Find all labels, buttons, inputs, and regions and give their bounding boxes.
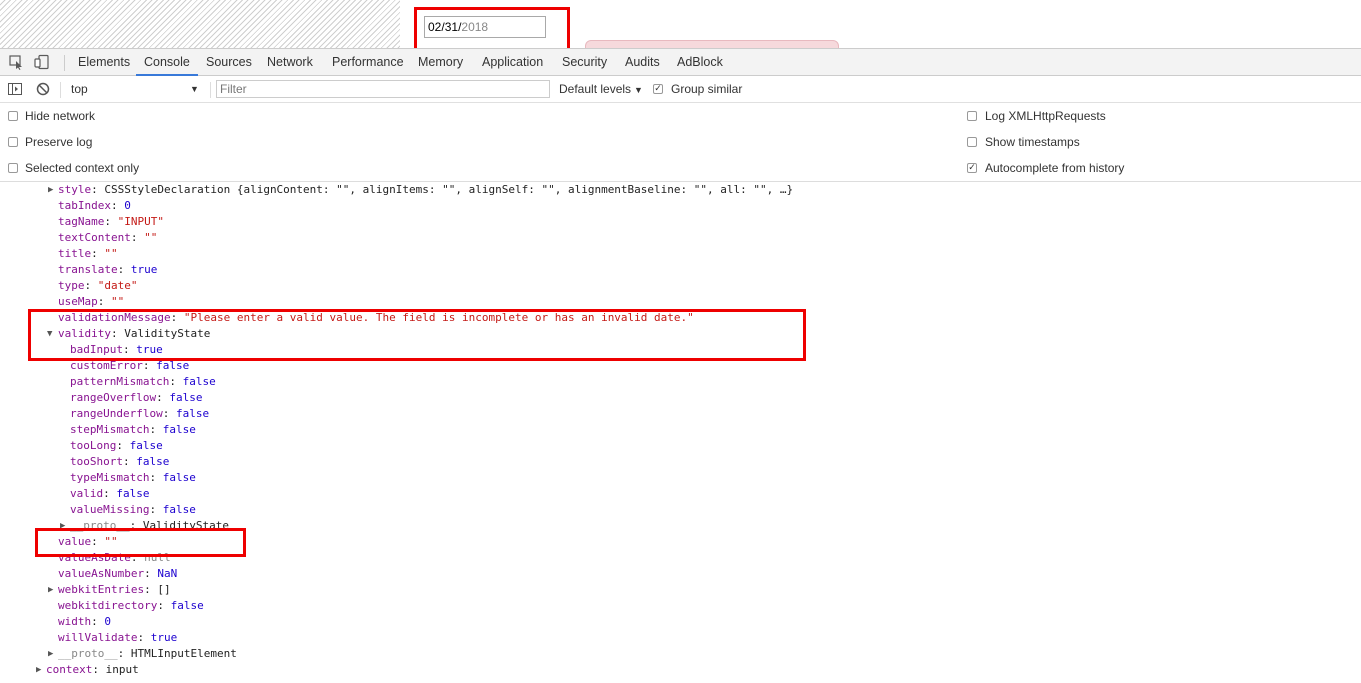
show-sidebar-icon[interactable] xyxy=(8,82,22,96)
expand-arrow-icon[interactable]: ▶ xyxy=(36,665,45,675)
tab-sources[interactable]: Sources xyxy=(206,49,252,76)
toolbar-separator xyxy=(60,82,61,98)
tab-security[interactable]: Security xyxy=(562,49,607,76)
group-similar-checkbox[interactable]: ✓ xyxy=(653,84,663,94)
inspect-element-icon[interactable] xyxy=(8,54,24,70)
group-similar-label: Group similar xyxy=(671,82,743,96)
tab-console[interactable]: Console xyxy=(136,49,198,76)
console-line: useMap: "" xyxy=(58,295,125,308)
chevron-down-icon: ▼ xyxy=(634,85,643,95)
toolbar-separator-2 xyxy=(210,82,211,98)
page-hatch-decoration xyxy=(0,0,400,48)
console-line: stepMismatch: false xyxy=(70,423,196,436)
devtools-tabbar: Elements Console Sources Network Perform… xyxy=(0,48,1361,76)
console-line: valid: false xyxy=(70,487,150,500)
console-line: translate: true xyxy=(58,263,158,276)
console-line[interactable]: style: CSSStyleDeclaration {alignContent… xyxy=(58,182,793,198)
highlight-value xyxy=(35,528,246,557)
console-toolbar: top ▼ Filter Default levels ▼ ✓ Group sim… xyxy=(0,76,1361,103)
console-line[interactable]: context: input xyxy=(46,662,139,678)
tab-network[interactable]: Network xyxy=(267,49,313,76)
console-line: typeMismatch: false xyxy=(70,471,196,484)
console-line: tooShort: false xyxy=(70,455,170,468)
console-line: webkitdirectory: false xyxy=(58,599,204,612)
console-line: rangeUnderflow: false xyxy=(70,407,210,420)
tab-adblock[interactable]: AdBlock xyxy=(677,49,723,76)
console-line: willValidate: true xyxy=(58,631,178,644)
context-select-value: top xyxy=(71,82,88,96)
expand-arrow-icon[interactable]: ▶ xyxy=(48,649,57,659)
console-line: valueMissing: false xyxy=(70,503,196,516)
console-line: patternMismatch: false xyxy=(70,375,216,388)
selected-context-checkbox[interactable] xyxy=(8,163,18,173)
console-line: width: 0 xyxy=(58,615,111,628)
tab-elements[interactable]: Elements xyxy=(78,49,130,76)
console-line: rangeOverflow: false xyxy=(70,391,203,404)
clear-console-icon[interactable] xyxy=(36,82,50,96)
hide-network-label: Hide network xyxy=(25,109,96,123)
tab-audits[interactable]: Audits xyxy=(625,49,660,76)
console-line[interactable]: webkitEntries: [] xyxy=(58,582,171,598)
console-line: valueAsNumber: NaN xyxy=(58,567,178,580)
autocomplete-history-checkbox[interactable]: ✓ xyxy=(967,163,977,173)
highlight-date-input xyxy=(414,7,570,53)
console-line: title: "" xyxy=(58,247,118,260)
console-line: tabIndex: 0 xyxy=(58,199,131,212)
device-toolbar-icon[interactable] xyxy=(34,54,50,70)
default-levels-dropdown[interactable]: Default levels ▼ xyxy=(559,81,643,99)
console-line: textContent: "" xyxy=(58,231,158,244)
log-xhr-label: Log XMLHttpRequests xyxy=(985,109,1106,123)
show-timestamps-checkbox[interactable] xyxy=(967,137,977,147)
filter-input[interactable]: Filter xyxy=(216,80,550,98)
tab-application[interactable]: Application xyxy=(482,49,543,76)
highlight-validity xyxy=(28,309,806,361)
console-line: type: "date" xyxy=(58,279,138,292)
log-xhr-checkbox[interactable] xyxy=(967,111,977,121)
preserve-log-checkbox[interactable] xyxy=(8,137,18,147)
tab-performance[interactable]: Performance xyxy=(332,49,404,76)
selected-context-label: Selected context only xyxy=(25,161,140,175)
expand-arrow-icon[interactable]: ▶ xyxy=(48,585,57,595)
chevron-down-icon: ▼ xyxy=(190,84,199,94)
console-output: ▶ style: CSSStyleDeclaration {alignConte… xyxy=(0,182,1361,683)
levels-label: Default levels xyxy=(559,82,632,96)
context-select[interactable]: top ▼ xyxy=(66,81,204,98)
tab-memory[interactable]: Memory xyxy=(418,49,463,76)
hide-network-checkbox[interactable] xyxy=(8,111,18,121)
expand-arrow-icon[interactable]: ▶ xyxy=(48,185,57,195)
console-line: tagName: "INPUT" xyxy=(58,215,164,228)
console-settings: Hide network Preserve log Selected conte… xyxy=(0,103,1361,182)
autocomplete-history-label: Autocomplete from history xyxy=(985,161,1125,175)
console-line: tooLong: false xyxy=(70,439,163,452)
console-line[interactable]: __proto__: HTMLInputElement xyxy=(58,646,237,662)
preserve-log-label: Preserve log xyxy=(25,135,93,149)
show-timestamps-label: Show timestamps xyxy=(985,135,1080,149)
tabbar-separator xyxy=(64,55,65,71)
